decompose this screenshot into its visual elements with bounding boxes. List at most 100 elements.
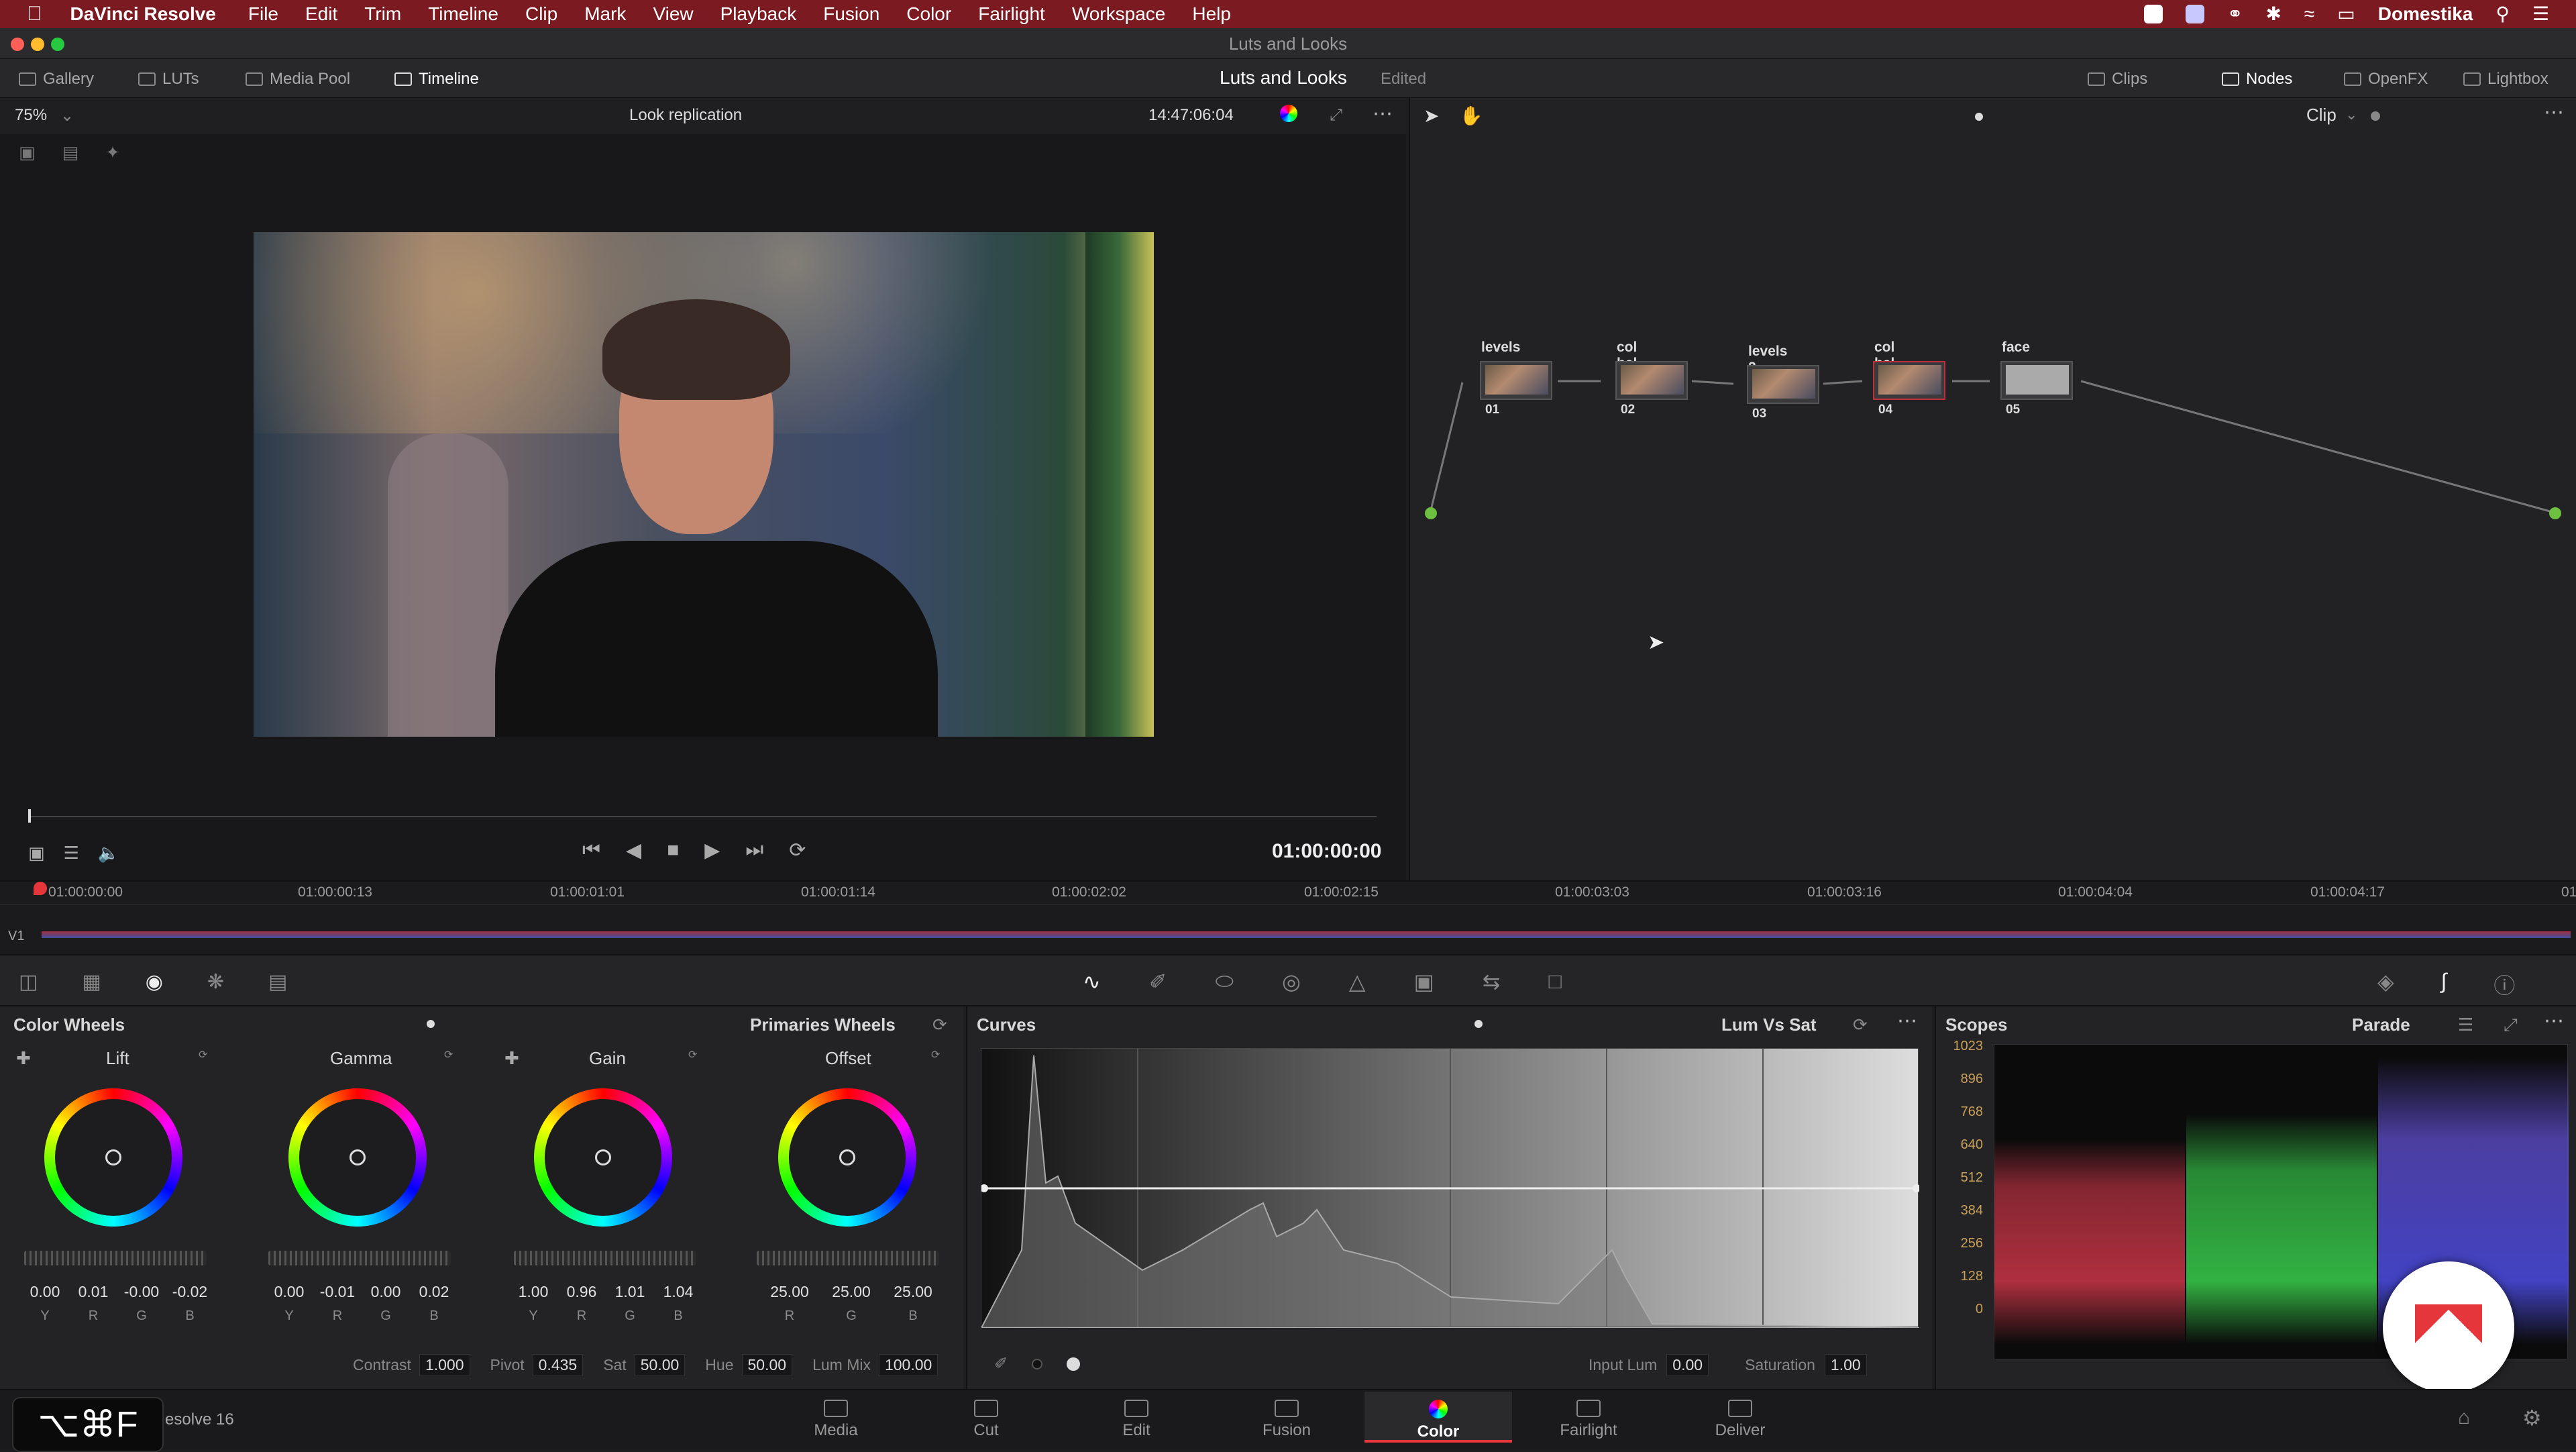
highlight-icon[interactable] (1280, 105, 1297, 122)
chevron-down-icon[interactable]: ⌄ (60, 106, 74, 125)
gain-wheel[interactable] (534, 1088, 672, 1227)
3d-icon[interactable]: □ (1549, 969, 1562, 994)
color-match-icon[interactable]: ▦ (82, 970, 101, 994)
page-dot-icon[interactable] (1474, 1020, 1483, 1028)
picker-icon[interactable]: ✚ (16, 1048, 31, 1069)
gain-master-slider[interactable] (514, 1251, 696, 1265)
reset-icon[interactable]: ⟳ (1853, 1015, 1868, 1035)
input-lum-field[interactable]: 0.00 (1666, 1354, 1709, 1376)
split-view-icon[interactable]: ▤ (62, 142, 79, 163)
wheels-mode-dropdown[interactable]: Primaries Wheels (750, 1015, 896, 1035)
offset-master-slider[interactable] (757, 1251, 939, 1265)
play-icon[interactable]: ▶ (704, 839, 720, 862)
lift-values[interactable]: 0.00 0.01 -0.00 -0.02 (23, 1283, 212, 1301)
saturation-field[interactable]: 1.00 (1824, 1354, 1867, 1376)
wheel-puck[interactable] (595, 1149, 611, 1165)
page-media[interactable]: Media (796, 1400, 876, 1440)
user-menu[interactable]: Domestika (2378, 3, 2473, 25)
menu-clip[interactable]: Clip (525, 3, 557, 25)
eyedropper-icon[interactable]: ✐ (994, 1354, 1008, 1373)
menu-color[interactable]: Color (906, 3, 951, 25)
scopes-icon[interactable]: ∫ (2441, 969, 2447, 1000)
sat-field[interactable]: 50.00 (634, 1354, 686, 1376)
source-timecode[interactable]: 14:47:06:04 (1148, 106, 1234, 125)
reset-icon[interactable]: ⟳ (199, 1048, 207, 1061)
spotlight-icon[interactable]: ⚲ (2496, 3, 2510, 25)
menu-fusion[interactable]: Fusion (823, 3, 879, 25)
menu-timeline[interactable]: Timeline (428, 3, 498, 25)
gamma-master-slider[interactable] (268, 1251, 451, 1265)
gamma-wheel[interactable] (288, 1088, 427, 1227)
apple-icon[interactable]:  (27, 3, 42, 25)
minimize-window-button[interactable] (31, 38, 44, 51)
magic-wand-icon[interactable]: ✦ (105, 142, 120, 163)
hue-field[interactable]: 50.00 (741, 1354, 793, 1376)
offset-values[interactable]: 25.00 25.00 25.00 (761, 1283, 942, 1301)
camera-raw-icon[interactable]: ◫ (19, 970, 38, 994)
motion-effects-icon[interactable]: ▤ (268, 970, 287, 994)
media-pool-button[interactable]: Media Pool (246, 68, 350, 90)
go-to-start-icon[interactable]: ⏮ (582, 839, 600, 862)
wheel-puck[interactable] (105, 1149, 121, 1165)
page-edit[interactable]: Edit (1096, 1400, 1177, 1440)
control-center-icon[interactable]: ☰ (2532, 3, 2549, 25)
settings-gear-icon[interactable]: ⚙ (2522, 1405, 2542, 1431)
curve-mode-dropdown[interactable]: Lum Vs Sat (1721, 1015, 1817, 1035)
wheel-puck[interactable] (350, 1149, 366, 1165)
picker-icon[interactable]: ✚ (504, 1048, 519, 1069)
qualifier-icon[interactable]: ✐ (1149, 969, 1167, 994)
close-window-button[interactable] (11, 38, 24, 51)
wifi-icon[interactable]: ≈ (2304, 3, 2314, 25)
page-dot-icon[interactable] (427, 1020, 435, 1028)
more-options-icon[interactable]: ⋯ (2544, 1009, 2564, 1033)
offset-wheel[interactable] (778, 1088, 916, 1227)
menu-trim[interactable]: Trim (364, 3, 401, 25)
openfx-button[interactable]: OpenFX (2344, 68, 2428, 90)
reset-icon[interactable]: ⟳ (931, 1048, 940, 1061)
timecode-ruler[interactable]: 01:00:00:00 01:00:00:13 01:00:01:01 01:0… (0, 882, 2576, 904)
record-status-icon[interactable] (2143, 4, 2163, 23)
airplay-icon[interactable]: ▭ (2337, 3, 2355, 25)
menu-workspace[interactable]: Workspace (1072, 3, 1166, 25)
menu-help[interactable]: Help (1192, 3, 1231, 25)
page-deliver[interactable]: Deliver (1700, 1400, 1780, 1440)
menu-playback[interactable]: Playback (720, 3, 797, 25)
lift-master-slider[interactable] (24, 1251, 207, 1265)
curves-icon[interactable]: ∿ (1083, 969, 1101, 994)
luts-button[interactable]: LUTs (138, 68, 199, 90)
reverse-play-icon[interactable]: ◀ (626, 839, 641, 862)
page-cut[interactable]: Cut (946, 1400, 1026, 1440)
pivot-field[interactable]: 0.435 (532, 1354, 584, 1376)
keyframes-icon[interactable]: ◈ (2377, 969, 2394, 1000)
zoom-level-dropdown[interactable]: 75% (15, 106, 47, 125)
more-options-icon[interactable]: ⋯ (1897, 1009, 1917, 1033)
blur-icon[interactable]: △ (1349, 969, 1366, 994)
clips-button[interactable]: Clips (2088, 68, 2147, 90)
zoom-window-button[interactable] (51, 38, 64, 51)
fullscreen-icon[interactable]: ⤢ (1330, 106, 1342, 125)
black-point-icon[interactable] (1032, 1358, 1043, 1369)
app-menu[interactable]: DaVinci Resolve (70, 3, 216, 25)
more-options-icon[interactable]: ⋯ (1373, 102, 1393, 125)
go-to-end-icon[interactable]: ⏭ (745, 839, 763, 862)
stop-icon[interactable]: ■ (667, 839, 679, 862)
reset-icon[interactable]: ⟳ (444, 1048, 453, 1061)
creative-cloud-icon[interactable]: ⚭ (2227, 3, 2243, 25)
menu-edit[interactable]: Edit (305, 3, 337, 25)
reset-icon[interactable]: ⟳ (932, 1015, 947, 1035)
scrubber-bar[interactable] (28, 816, 1377, 817)
curve-graph[interactable] (980, 1048, 1921, 1329)
loop-icon[interactable]: ⟳ (789, 839, 806, 862)
expand-icon[interactable]: ⤢ (2504, 1015, 2518, 1036)
gallery-button[interactable]: Gallery (19, 68, 94, 90)
clip-bar[interactable] (42, 931, 2571, 938)
scrubber-playhead[interactable] (28, 809, 31, 823)
single-view-icon[interactable]: ▣ (19, 142, 36, 163)
menu-file[interactable]: File (248, 3, 278, 25)
wheel-puck[interactable] (839, 1149, 855, 1165)
white-point-icon[interactable] (1067, 1357, 1081, 1371)
sizing-icon[interactable]: ⇆ (1483, 969, 1501, 994)
menu-fairlight[interactable]: Fairlight (978, 3, 1045, 25)
timeline-button[interactable]: Timeline (394, 68, 479, 90)
menu-mark[interactable]: Mark (584, 3, 626, 25)
